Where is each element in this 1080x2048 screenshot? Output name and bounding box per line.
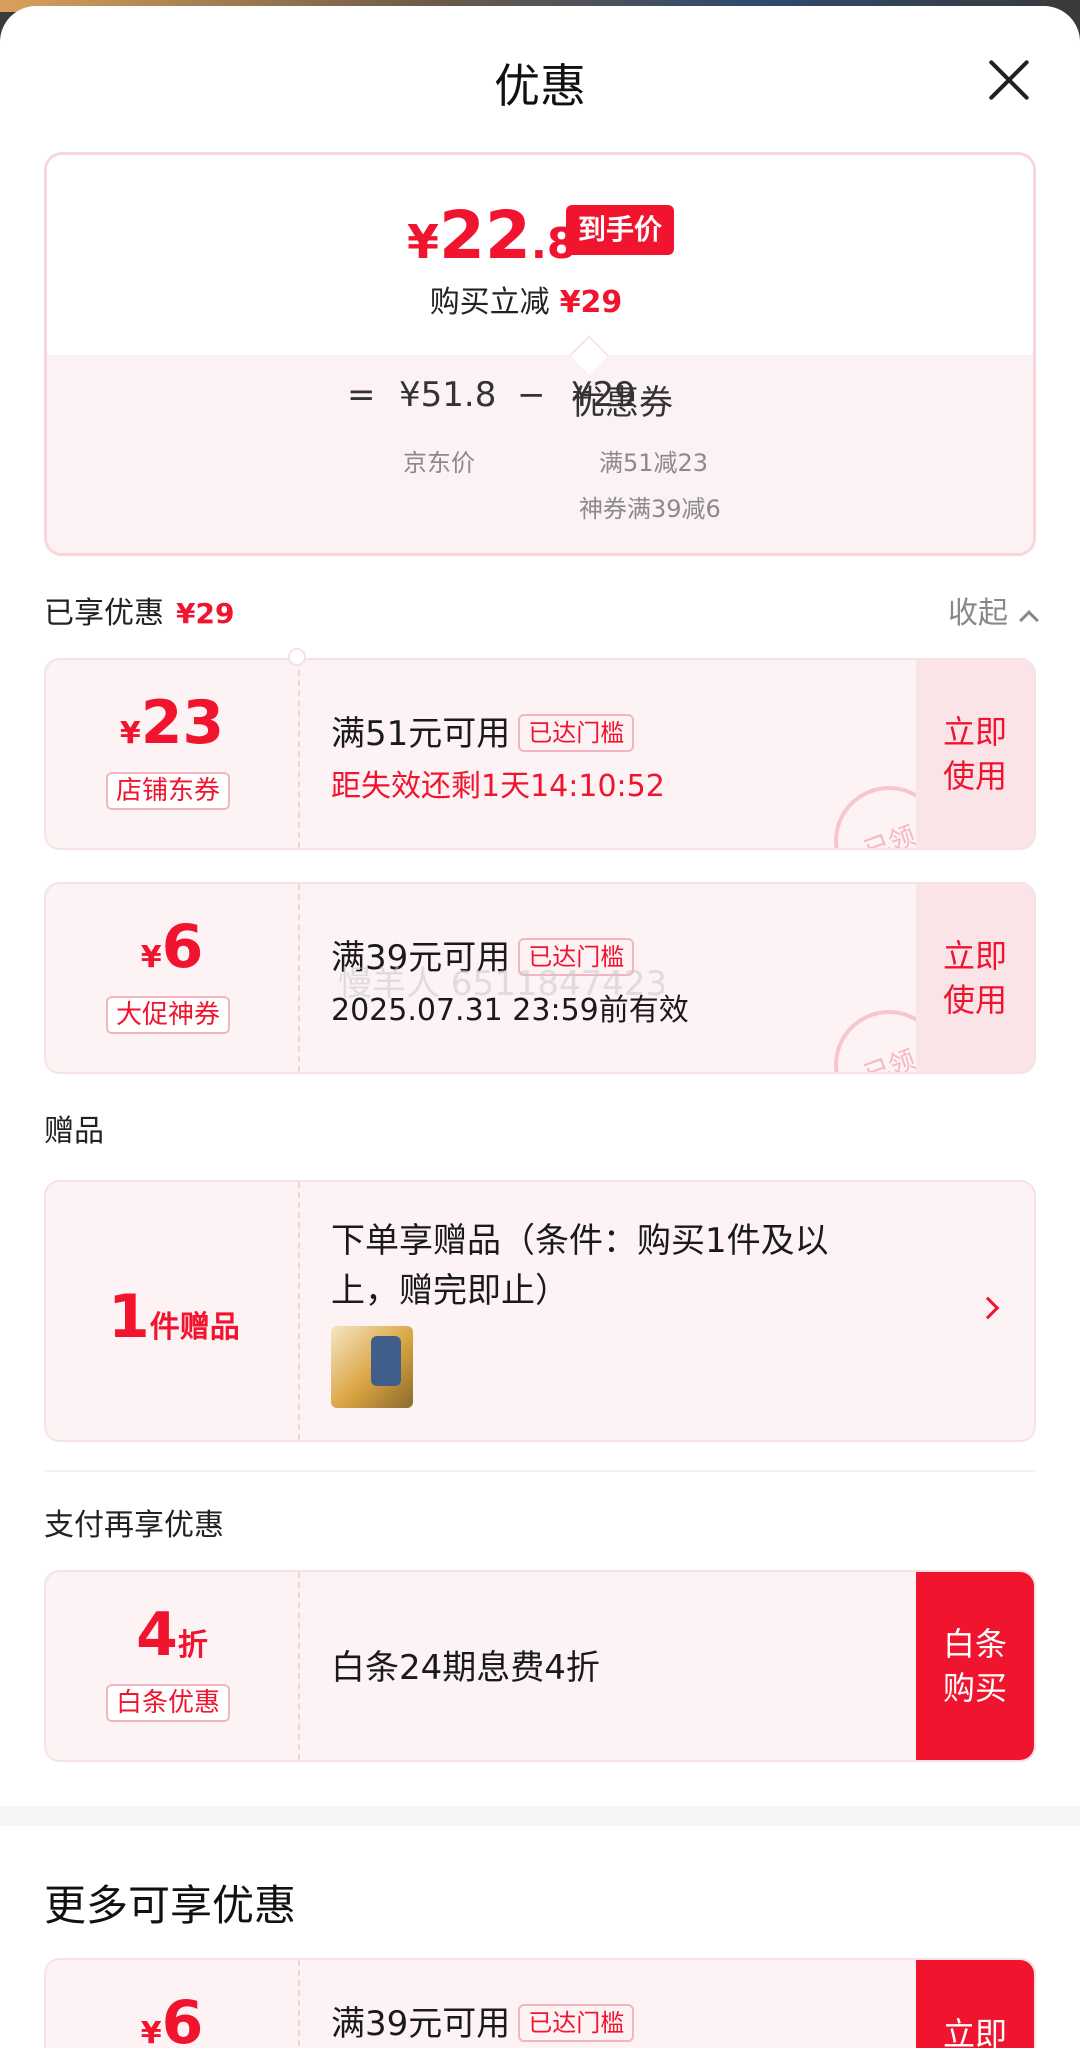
baitiao-description: 白条24期息费4折 — [331, 1648, 600, 1688]
coupon-type-tag: 店铺东券 — [106, 772, 231, 810]
coupon-amount: ¥6 — [140, 912, 204, 982]
close-icon[interactable] — [986, 58, 1030, 102]
baitiao-card: 4折 白条优惠 白条24期息费4折 白条 购买 — [44, 1570, 1036, 1762]
gift-thumbnail[interactable] — [331, 1326, 413, 1408]
coupon-condition: 满51元可用 已达门槛 — [331, 706, 904, 755]
discount-amount: 4折 — [136, 1600, 208, 1670]
pay-section-title: 支付再享优惠 — [44, 1508, 224, 1543]
threshold-badge: 已达门槛 — [518, 2004, 635, 2042]
coupon-card: ¥23 店铺东券 满51元可用 已达门槛 距失效还剩1天14:10:52 已领 立… — [44, 658, 1036, 850]
baitiao-buy-button[interactable]: 白条 购买 — [916, 1572, 1034, 1760]
gift-count: 1件赠品 — [108, 1282, 240, 1352]
collapse-button[interactable]: 收起 — [948, 588, 1039, 632]
gift-section-title: 赠品 — [44, 1114, 104, 1149]
threshold-badge: 已达门槛 — [518, 714, 635, 752]
coupon-condition: 满39元可用 已达门槛 — [331, 1996, 904, 2045]
use-now-button[interactable]: 立即 使用 — [916, 660, 1034, 848]
discount-sheet: 优惠 ¥22.8 到手价 购买立减 ¥29 = ¥51.8 − 优惠券 ¥29 京… — [0, 6, 1080, 2048]
use-now-button[interactable]: 立即 使用 — [916, 884, 1034, 1072]
chevron-up-icon — [1019, 610, 1039, 630]
coupon-amount: ¥23 — [119, 688, 225, 758]
use-now-button[interactable]: 立即 — [916, 1960, 1034, 2048]
enjoyed-header: 已享优惠 ¥29 — [44, 596, 235, 631]
more-discounts-title: 更多可享优惠 — [44, 1881, 297, 1930]
coupon-detail-1: 满51减23 — [599, 449, 709, 477]
final-price: ¥22.8 — [407, 197, 577, 274]
coupon-countdown: 距失效还剩1天14:10:52 — [331, 769, 665, 804]
watermark: 慢羊人 6511847423 — [338, 964, 668, 1004]
sheet-title: 优惠 — [494, 59, 586, 113]
coupon-detail-2: 神券满39减6 — [579, 495, 721, 523]
baitiao-tag: 白条优惠 — [106, 1684, 231, 1722]
gift-card[interactable]: 1件赠品 下单享赠品（条件：购买1件及以上，赠完即止） — [44, 1180, 1036, 1442]
jd-price-label: 京东价 — [403, 449, 475, 477]
price-summary-card: ¥22.8 到手价 购买立减 ¥29 = ¥51.8 − 优惠券 ¥29 京东价 … — [44, 152, 1036, 556]
coupon-card: ¥6 满39元可用 已达门槛 立即 — [44, 1958, 1036, 2048]
jd-price: ¥51.8 — [399, 375, 497, 415]
chevron-right-icon[interactable] — [976, 1296, 1000, 1320]
purchase-discount: 购买立减 ¥29 — [429, 285, 623, 320]
final-price-tag: 到手价 — [566, 205, 675, 255]
coupon-amount: ¥6 — [140, 1988, 204, 2048]
gift-description: 下单享赠品（条件：购买1件及以上，赠完即止） — [331, 1221, 829, 1311]
coupon-type-tag: 大促神券 — [106, 996, 231, 1034]
